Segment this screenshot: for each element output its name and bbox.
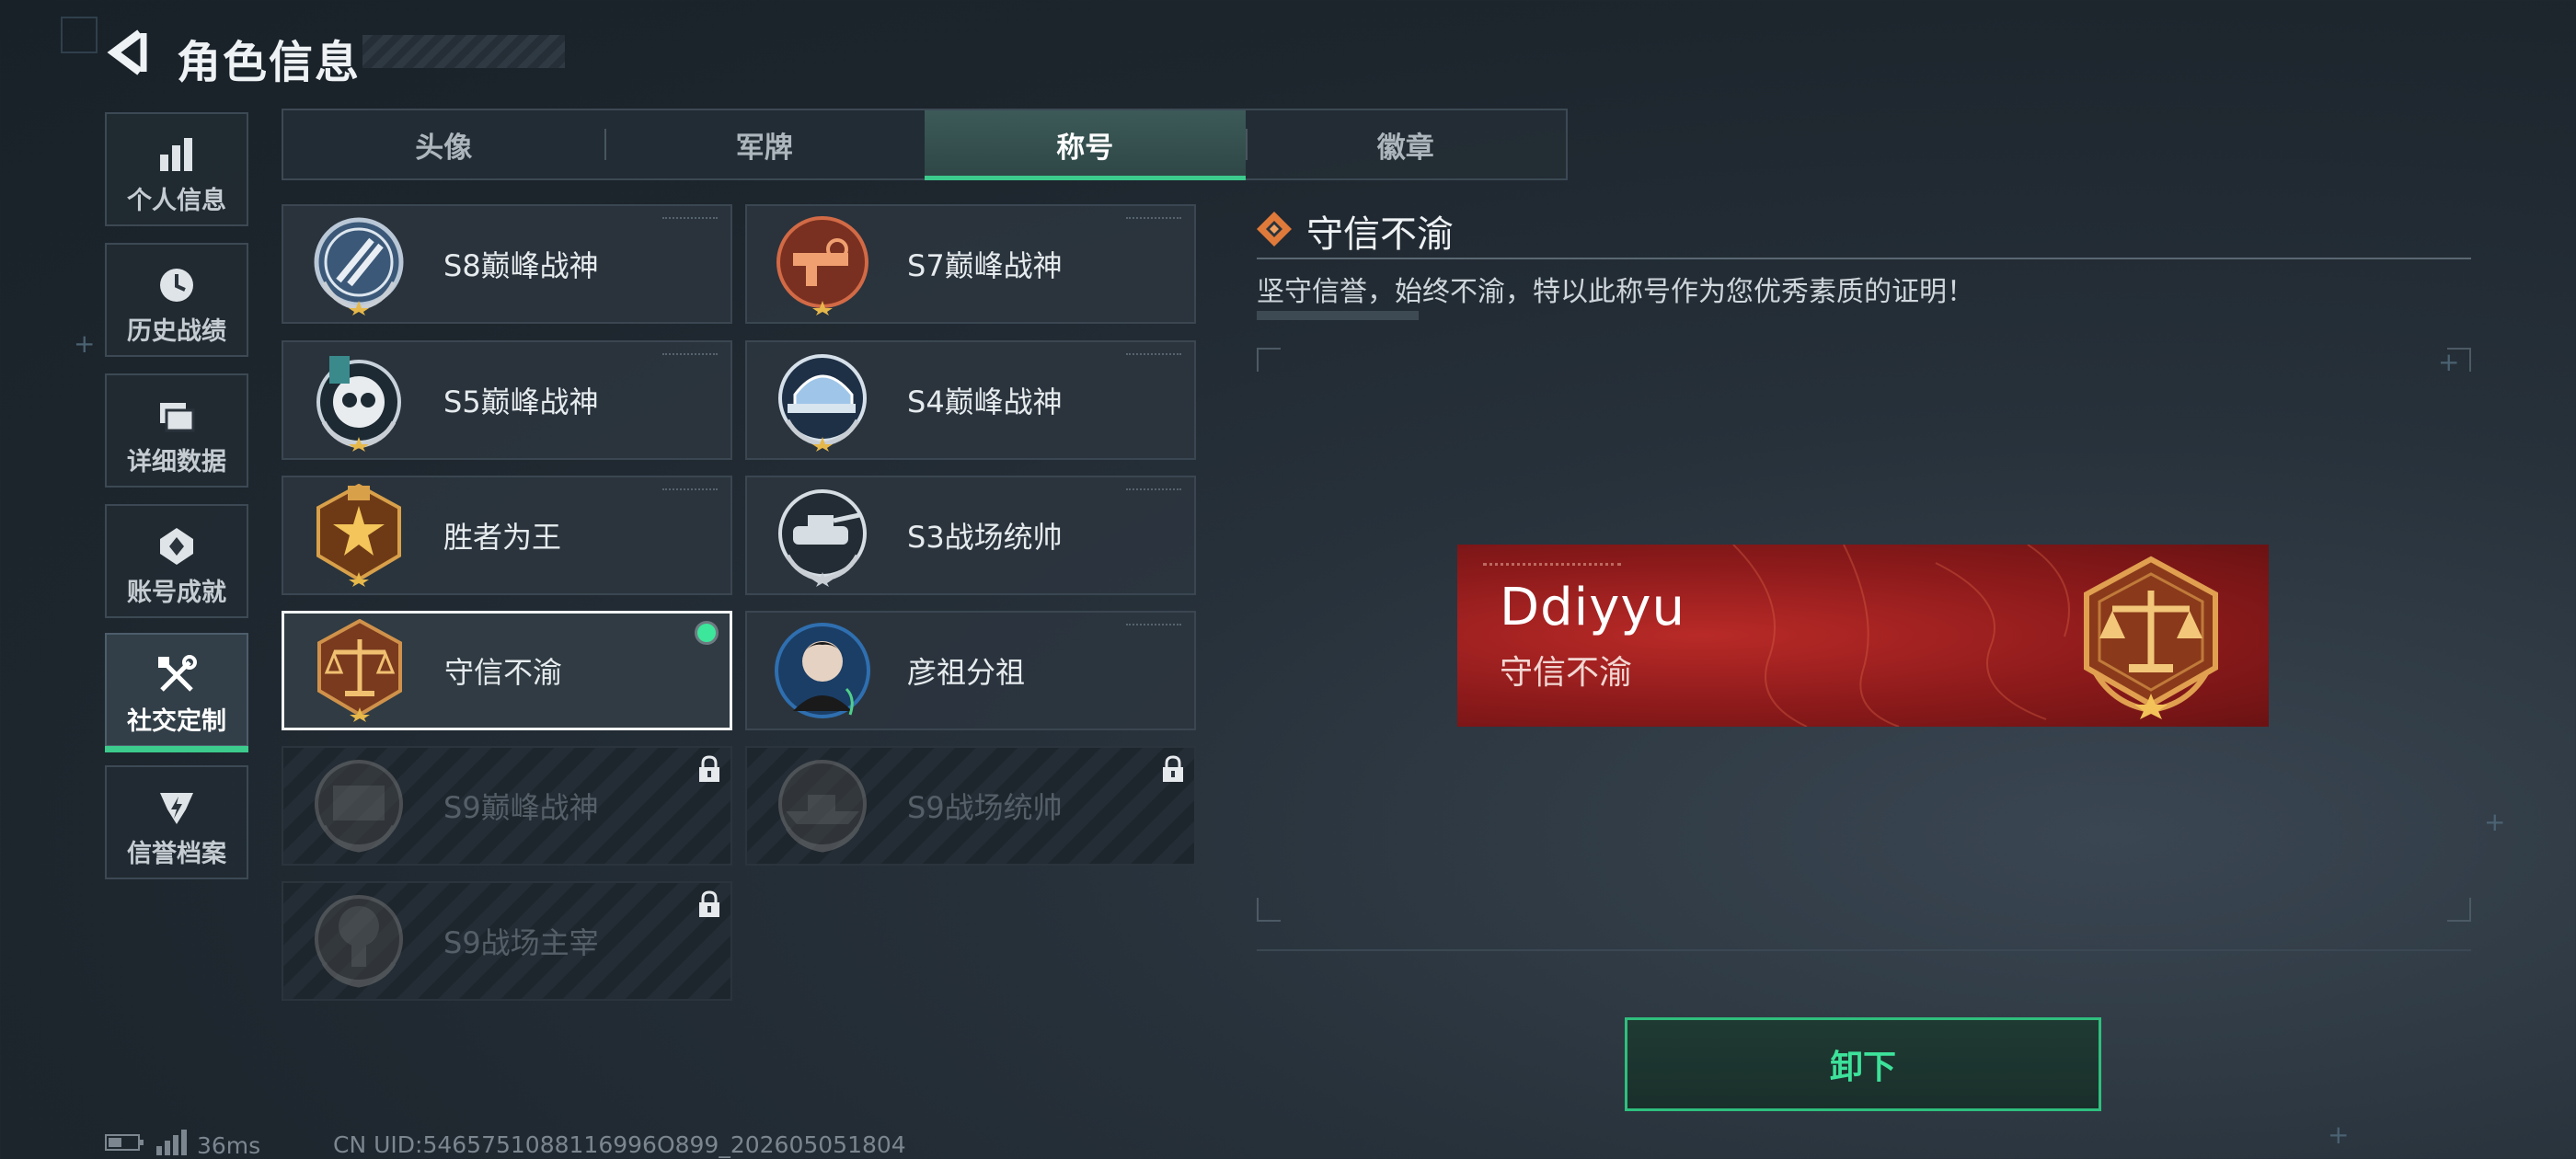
s4-medal-icon [771, 349, 874, 452]
tab-title[interactable]: 称号 [925, 110, 1246, 180]
battery-icon [105, 1131, 145, 1159]
winner-medal-icon [307, 484, 410, 587]
sidebar-item-achievements[interactable]: 账号成就 [105, 504, 248, 618]
sidebar-item-label: 详细数据 [127, 448, 226, 476]
title-name: S5巅峰战神 [443, 384, 599, 419]
s8-medal-icon [307, 212, 410, 316]
back-button[interactable] [103, 28, 151, 77]
bar-chart-icon [156, 134, 197, 175]
title-name: S7巅峰战神 [907, 248, 1063, 283]
sidebar-item-profile[interactable]: 个人信息 [105, 112, 248, 226]
card-decoration [1126, 217, 1181, 223]
uid-label: CN UID:5465751088116996O899_202605051804 [333, 1131, 906, 1158]
s9-commander-medal-icon [771, 754, 874, 857]
title-name: S3战场统帅 [907, 520, 1063, 555]
scales-badge-icon [2068, 554, 2234, 719]
equipped-indicator [695, 621, 719, 645]
tab-badge[interactable]: 徽章 [1245, 110, 1567, 178]
lock-icon [697, 890, 721, 918]
s5-medal-icon [307, 349, 410, 452]
tools-icon [156, 655, 197, 695]
achievement-icon [156, 526, 197, 567]
unequip-button[interactable]: 卸下 [1625, 1017, 2101, 1111]
sidebar-item-history[interactable]: 历史战绩 [105, 243, 248, 357]
latency-label: 36ms [197, 1131, 261, 1159]
banner-title: 守信不渝 [1500, 654, 1633, 692]
frame-corner [2447, 898, 2471, 922]
portrait-medal-icon [771, 619, 874, 722]
shield-icon [156, 787, 197, 828]
card-decoration [662, 488, 718, 494]
folder-icon [156, 396, 197, 436]
title-decoration [362, 35, 565, 68]
lock-icon [697, 755, 721, 783]
detail-title: 守信不渝 [1306, 213, 1454, 256]
title-name: S9巅峰战神 [443, 790, 599, 825]
banner-decoration [1483, 563, 1621, 570]
card-decoration [662, 217, 718, 223]
page-title: 角色信息 [177, 37, 362, 88]
card-decoration [1126, 353, 1181, 359]
scales-medal-icon [308, 619, 411, 722]
sidebar-item-label: 信誉档案 [127, 840, 226, 868]
s9-peak-medal-icon [307, 754, 410, 857]
title-card-faithful[interactable]: 守信不渝 [282, 611, 732, 730]
title-card-s7[interactable]: S7巅峰战神 [745, 204, 1196, 324]
card-decoration [1126, 488, 1181, 494]
sidebar-item-reputation[interactable]: 信誉档案 [105, 765, 248, 879]
title-card-s4[interactable]: S4巅峰战神 [745, 340, 1196, 460]
s3-medal-icon [771, 484, 874, 587]
s9-ruler-medal-icon [307, 889, 410, 993]
title-name: S4巅峰战神 [907, 384, 1063, 419]
title-diamond-icon [1255, 210, 1294, 248]
signal-icon [155, 1130, 188, 1159]
s7-medal-icon [771, 212, 874, 316]
card-decoration [662, 353, 718, 359]
title-name: 胜者为王 [443, 520, 562, 555]
detail-description: 坚守信誉，始终不渝，特以此称号作为您优秀素质的证明！ [1257, 276, 1974, 308]
title-card-s3[interactable]: S3战场统帅 [745, 476, 1196, 595]
frame-corner [1257, 898, 1281, 922]
title-name: 彦祖分祖 [907, 655, 1026, 690]
title-card-s9-ruler[interactable]: S9战场主宰 [282, 881, 732, 1001]
tab-avatar[interactable]: 头像 [283, 110, 604, 178]
title-name: S8巅峰战神 [443, 248, 599, 283]
sidebar-item-label: 历史战绩 [127, 317, 226, 346]
frame-corner [2447, 348, 2471, 372]
clock-icon [156, 265, 197, 305]
title-card-winner[interactable]: 胜者为王 [282, 476, 732, 595]
title-card-s5[interactable]: S5巅峰战神 [282, 340, 732, 460]
divider [1257, 258, 2471, 259]
title-name: 守信不渝 [444, 655, 563, 690]
title-name: S9战场主宰 [443, 925, 599, 960]
banner-player-name: Ddiyyu [1500, 578, 1685, 637]
sidebar-item-label: 个人信息 [127, 187, 226, 215]
card-decoration [1126, 624, 1181, 629]
title-card-s9-peak[interactable]: S9巅峰战神 [282, 746, 732, 866]
sidebar-item-label: 账号成就 [127, 579, 226, 607]
title-name: S9战场统帅 [907, 790, 1063, 825]
tab-dog-tag[interactable]: 军牌 [604, 110, 926, 178]
sidebar-item-details[interactable]: 详细数据 [105, 373, 248, 488]
sidebar-item-label: 社交定制 [127, 707, 226, 736]
frame-corner [1257, 348, 1281, 372]
title-card-yanzu[interactable]: 彦祖分祖 [745, 611, 1196, 730]
lock-icon [1161, 755, 1185, 783]
title-banner-preview: Ddiyyu 守信不渝 [1457, 545, 2269, 727]
title-card-s8[interactable]: S8巅峰战神 [282, 204, 732, 324]
detail-decoration [1257, 311, 1419, 320]
tab-bar: 头像 军牌 称号 徽章 [282, 109, 1568, 180]
status-bar: 36ms [105, 1130, 260, 1159]
title-card-s9-commander[interactable]: S9战场统帅 [745, 746, 1196, 866]
sidebar-item-social-custom[interactable]: 社交定制 [105, 633, 248, 752]
divider [1257, 949, 2471, 951]
back-arrow-icon [107, 29, 147, 75]
